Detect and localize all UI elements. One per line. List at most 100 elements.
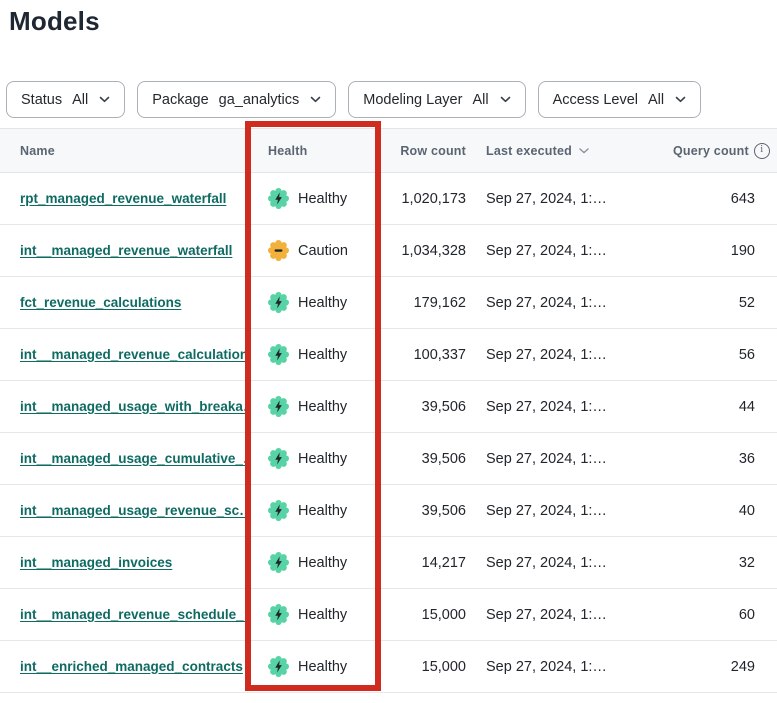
- table-header: Name Health Row count Last executed Quer…: [0, 128, 777, 173]
- filter-value: All: [472, 92, 488, 108]
- last-executed-cell: Sep 27, 2024, 1:…: [468, 503, 673, 519]
- table-row: int__managed_invoices Healthy 14,2: [0, 537, 777, 589]
- health-badge: [268, 292, 289, 313]
- last-executed-cell: Sep 27, 2024, 1:…: [468, 659, 673, 675]
- table-body: rpt_managed_revenue_waterfall Healthy: [0, 173, 777, 693]
- row-count-cell: 15,000: [383, 607, 468, 623]
- query-count-cell: 36: [673, 451, 777, 467]
- filter-package[interactable]: Package ga_analytics: [137, 81, 336, 118]
- health-badge: [268, 448, 289, 469]
- health-label: Healthy: [298, 555, 347, 571]
- column-header-name: Name: [0, 144, 248, 158]
- filter-access-level[interactable]: Access Level All: [538, 81, 702, 118]
- column-header-health: Health: [248, 144, 383, 158]
- health-label: Healthy: [298, 451, 347, 467]
- chevron-down-icon: [310, 96, 321, 103]
- table-row: int__managed_usage_revenue_sc… Healthy: [0, 485, 777, 537]
- health-badge: [268, 604, 289, 625]
- health-badge: [268, 552, 289, 573]
- filter-bar: Status All Package ga_analytics Modeling…: [6, 81, 701, 118]
- last-executed-cell: Sep 27, 2024, 1:…: [468, 607, 673, 623]
- table-row: fct_revenue_calculations Healthy 1: [0, 277, 777, 329]
- last-executed-cell: Sep 27, 2024, 1:…: [468, 451, 673, 467]
- model-name-link[interactable]: int__managed_invoices: [20, 555, 172, 570]
- column-header-last-executed[interactable]: Last executed: [468, 144, 673, 158]
- info-icon[interactable]: i: [754, 143, 770, 159]
- row-count-cell: 39,506: [383, 451, 468, 467]
- chevron-down-icon: [675, 96, 686, 103]
- filter-value: ga_analytics: [219, 92, 300, 108]
- model-name-link[interactable]: int__managed_usage_with_breaka…: [20, 399, 248, 414]
- last-executed-cell: Sep 27, 2024, 1:…: [468, 295, 673, 311]
- table-row: int__managed_revenue_calculations Health…: [0, 329, 777, 381]
- row-count-cell: 14,217: [383, 555, 468, 571]
- table-row: int__managed_usage_with_breaka… Healthy: [0, 381, 777, 433]
- last-executed-cell: Sep 27, 2024, 1:…: [468, 243, 673, 259]
- health-label: Healthy: [298, 347, 347, 363]
- health-badge: [268, 240, 289, 261]
- health-badge: [268, 344, 289, 365]
- filter-modeling-layer[interactable]: Modeling Layer All: [348, 81, 525, 118]
- table-row: int__enriched_managed_contracts Healthy: [0, 641, 777, 693]
- chevron-down-icon: [500, 96, 511, 103]
- chevron-down-icon: [99, 96, 110, 103]
- filter-label: Access Level: [553, 92, 638, 108]
- model-name-link[interactable]: int__managed_revenue_calculations: [20, 347, 248, 362]
- query-count-cell: 60: [673, 607, 777, 623]
- row-count-cell: 100,337: [383, 347, 468, 363]
- model-name-link[interactable]: int__managed_revenue_waterfall: [20, 243, 232, 258]
- health-label: Healthy: [298, 607, 347, 623]
- row-count-cell: 1,034,328: [383, 243, 468, 259]
- column-header-last-executed-label: Last executed: [486, 144, 572, 158]
- model-name-link[interactable]: int__managed_usage_revenue_sc…: [20, 503, 248, 518]
- model-name-link[interactable]: int__managed_usage_cumulative_…: [20, 451, 248, 466]
- query-count-cell: 52: [673, 295, 777, 311]
- table-row: int__managed_usage_cumulative_… Healthy: [0, 433, 777, 485]
- table-row: rpt_managed_revenue_waterfall Healthy: [0, 173, 777, 225]
- health-label: Healthy: [298, 659, 347, 675]
- column-header-row-count: Row count: [383, 144, 468, 158]
- filter-value: All: [648, 92, 664, 108]
- query-count-cell: 40: [673, 503, 777, 519]
- health-label: Healthy: [298, 191, 347, 207]
- last-executed-cell: Sep 27, 2024, 1:…: [468, 347, 673, 363]
- filter-status[interactable]: Status All: [6, 81, 125, 118]
- row-count-cell: 179,162: [383, 295, 468, 311]
- query-count-cell: 249: [673, 659, 777, 675]
- caution-minus-icon: [275, 249, 283, 251]
- query-count-cell: 44: [673, 399, 777, 415]
- sort-chevron-icon: [579, 148, 589, 154]
- health-badge: [268, 396, 289, 417]
- row-count-cell: 15,000: [383, 659, 468, 675]
- row-count-cell: 39,506: [383, 503, 468, 519]
- health-label: Healthy: [298, 295, 347, 311]
- last-executed-cell: Sep 27, 2024, 1:…: [468, 555, 673, 571]
- health-label: Caution: [298, 243, 348, 259]
- column-header-query-count: Query count i: [673, 143, 777, 159]
- last-executed-cell: Sep 27, 2024, 1:…: [468, 399, 673, 415]
- health-badge: [268, 656, 289, 677]
- models-page: Models Status All Package ga_analytics M…: [0, 0, 777, 703]
- row-count-cell: 1,020,173: [383, 191, 468, 207]
- model-name-link[interactable]: rpt_managed_revenue_waterfall: [20, 191, 226, 206]
- model-name-link[interactable]: fct_revenue_calculations: [20, 295, 181, 310]
- column-header-query-count-label: Query count: [673, 144, 749, 158]
- health-label: Healthy: [298, 503, 347, 519]
- model-name-link[interactable]: int__managed_revenue_schedule_…: [20, 607, 248, 622]
- filter-value: All: [72, 92, 88, 108]
- query-count-cell: 32: [673, 555, 777, 571]
- table-row: int__managed_revenue_schedule_… Healthy: [0, 589, 777, 641]
- last-executed-cell: Sep 27, 2024, 1:…: [468, 191, 673, 207]
- query-count-cell: 56: [673, 347, 777, 363]
- filter-label: Status: [21, 92, 62, 108]
- row-count-cell: 39,506: [383, 399, 468, 415]
- health-badge: [268, 500, 289, 521]
- query-count-cell: 190: [673, 243, 777, 259]
- health-badge: [268, 188, 289, 209]
- page-title: Models: [9, 6, 100, 37]
- filter-label: Modeling Layer: [363, 92, 462, 108]
- table-row: int__managed_revenue_waterfall Caution: [0, 225, 777, 277]
- health-label: Healthy: [298, 399, 347, 415]
- model-name-link[interactable]: int__enriched_managed_contracts: [20, 659, 243, 674]
- query-count-cell: 643: [673, 191, 777, 207]
